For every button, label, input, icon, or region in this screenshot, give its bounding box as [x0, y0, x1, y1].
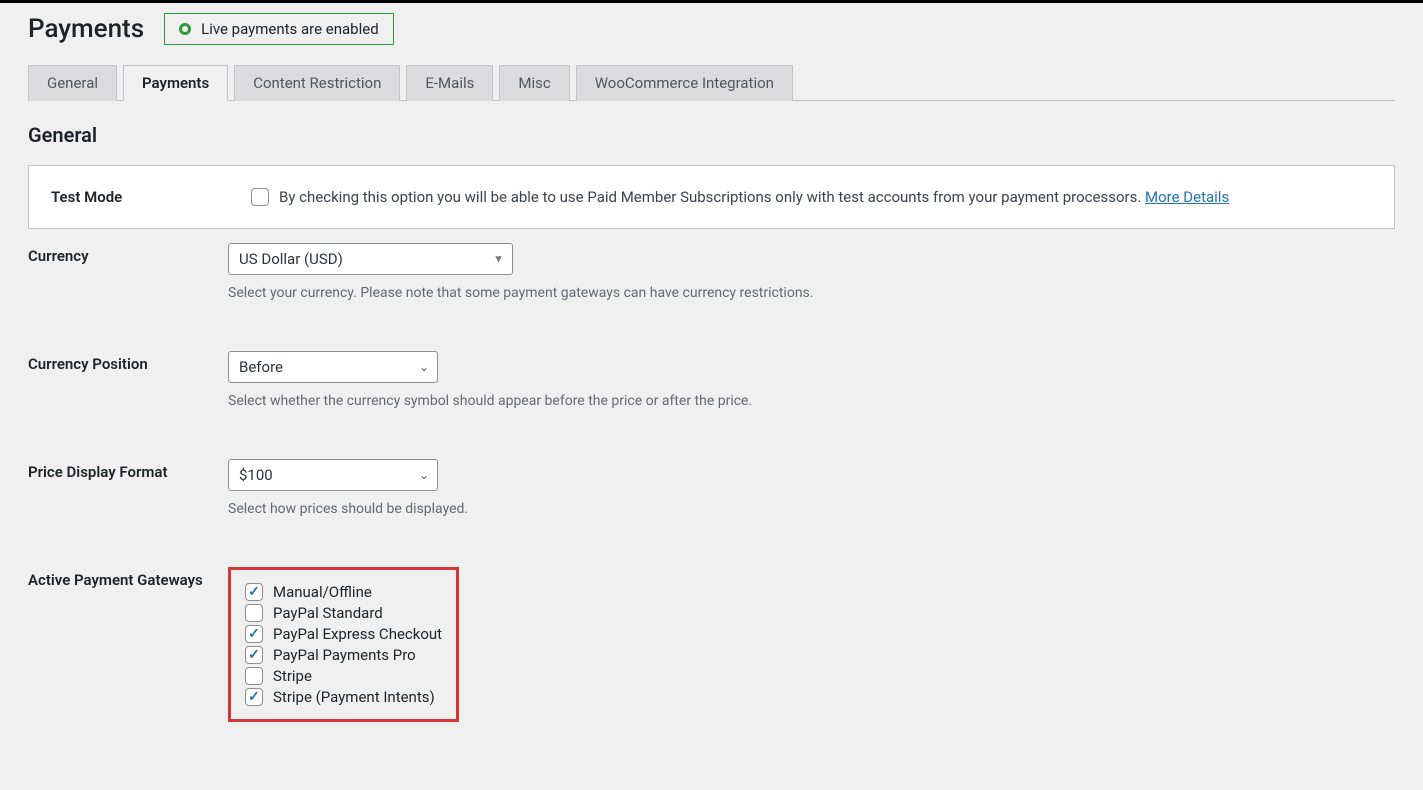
- gateway-manual-checkbox[interactable]: [245, 583, 263, 601]
- tabs: General Payments Content Restriction E-M…: [28, 65, 1395, 101]
- price-format-value: $100: [239, 466, 273, 484]
- price-format-label: Price Display Format: [28, 445, 228, 553]
- gateway-label: PayPal Standard: [273, 604, 383, 622]
- currency-position-label: Currency Position: [28, 337, 228, 445]
- currency-value: US Dollar (USD): [239, 250, 343, 268]
- status-circle-icon: [179, 23, 191, 35]
- tab-misc[interactable]: Misc: [499, 65, 569, 101]
- gateway-paypal-standard-checkbox[interactable]: [245, 604, 263, 622]
- tab-payments[interactable]: Payments: [123, 65, 228, 101]
- gateway-stripe-intents-checkbox[interactable]: [245, 688, 263, 706]
- gateway-label: Manual/Offline: [273, 583, 372, 601]
- more-details-link[interactable]: More Details: [1145, 188, 1229, 206]
- gateway-stripe-checkbox[interactable]: [245, 667, 263, 685]
- gateway-label: Stripe: [273, 667, 312, 685]
- test-mode-text: By checking this option you will be able…: [279, 188, 1145, 206]
- test-mode-label: Test Mode: [51, 188, 251, 206]
- gateways-group: Manual/Offline PayPal Standard PayPal Ex…: [228, 567, 459, 722]
- gateway-label: PayPal Payments Pro: [273, 646, 416, 664]
- currency-position-select[interactable]: Before ⌄: [228, 351, 438, 383]
- tab-woocommerce[interactable]: WooCommerce Integration: [576, 65, 793, 101]
- gateway-paypal-pro-checkbox[interactable]: [245, 646, 263, 664]
- tab-emails[interactable]: E-Mails: [406, 65, 493, 101]
- page-title: Payments: [28, 14, 144, 44]
- section-title: General: [28, 123, 1395, 147]
- caret-down-icon: ▼: [493, 253, 504, 266]
- gateway-label: Stripe (Payment Intents): [273, 688, 435, 706]
- test-mode-card: Test Mode By checking this option you wi…: [28, 165, 1395, 229]
- status-text: Live payments are enabled: [201, 20, 379, 38]
- gateway-label: PayPal Express Checkout: [273, 625, 442, 643]
- currency-select[interactable]: US Dollar (USD) ▼: [228, 243, 513, 275]
- tab-content-restriction[interactable]: Content Restriction: [234, 65, 400, 101]
- gateways-label: Active Payment Gateways: [28, 553, 228, 758]
- currency-label: Currency: [28, 229, 228, 337]
- gateway-paypal-express-checkbox[interactable]: [245, 625, 263, 643]
- currency-desc: Select your currency. Please note that s…: [228, 285, 1395, 301]
- price-format-select[interactable]: $100 ⌄: [228, 459, 438, 491]
- test-mode-checkbox[interactable]: [251, 188, 269, 206]
- tab-general[interactable]: General: [28, 65, 117, 101]
- chevron-down-icon: ⌄: [419, 468, 429, 482]
- price-format-desc: Select how prices should be displayed.: [228, 501, 1395, 517]
- currency-position-desc: Select whether the currency symbol shoul…: [228, 393, 1395, 409]
- status-badge: Live payments are enabled: [164, 13, 394, 45]
- chevron-down-icon: ⌄: [419, 360, 429, 374]
- currency-position-value: Before: [239, 358, 283, 376]
